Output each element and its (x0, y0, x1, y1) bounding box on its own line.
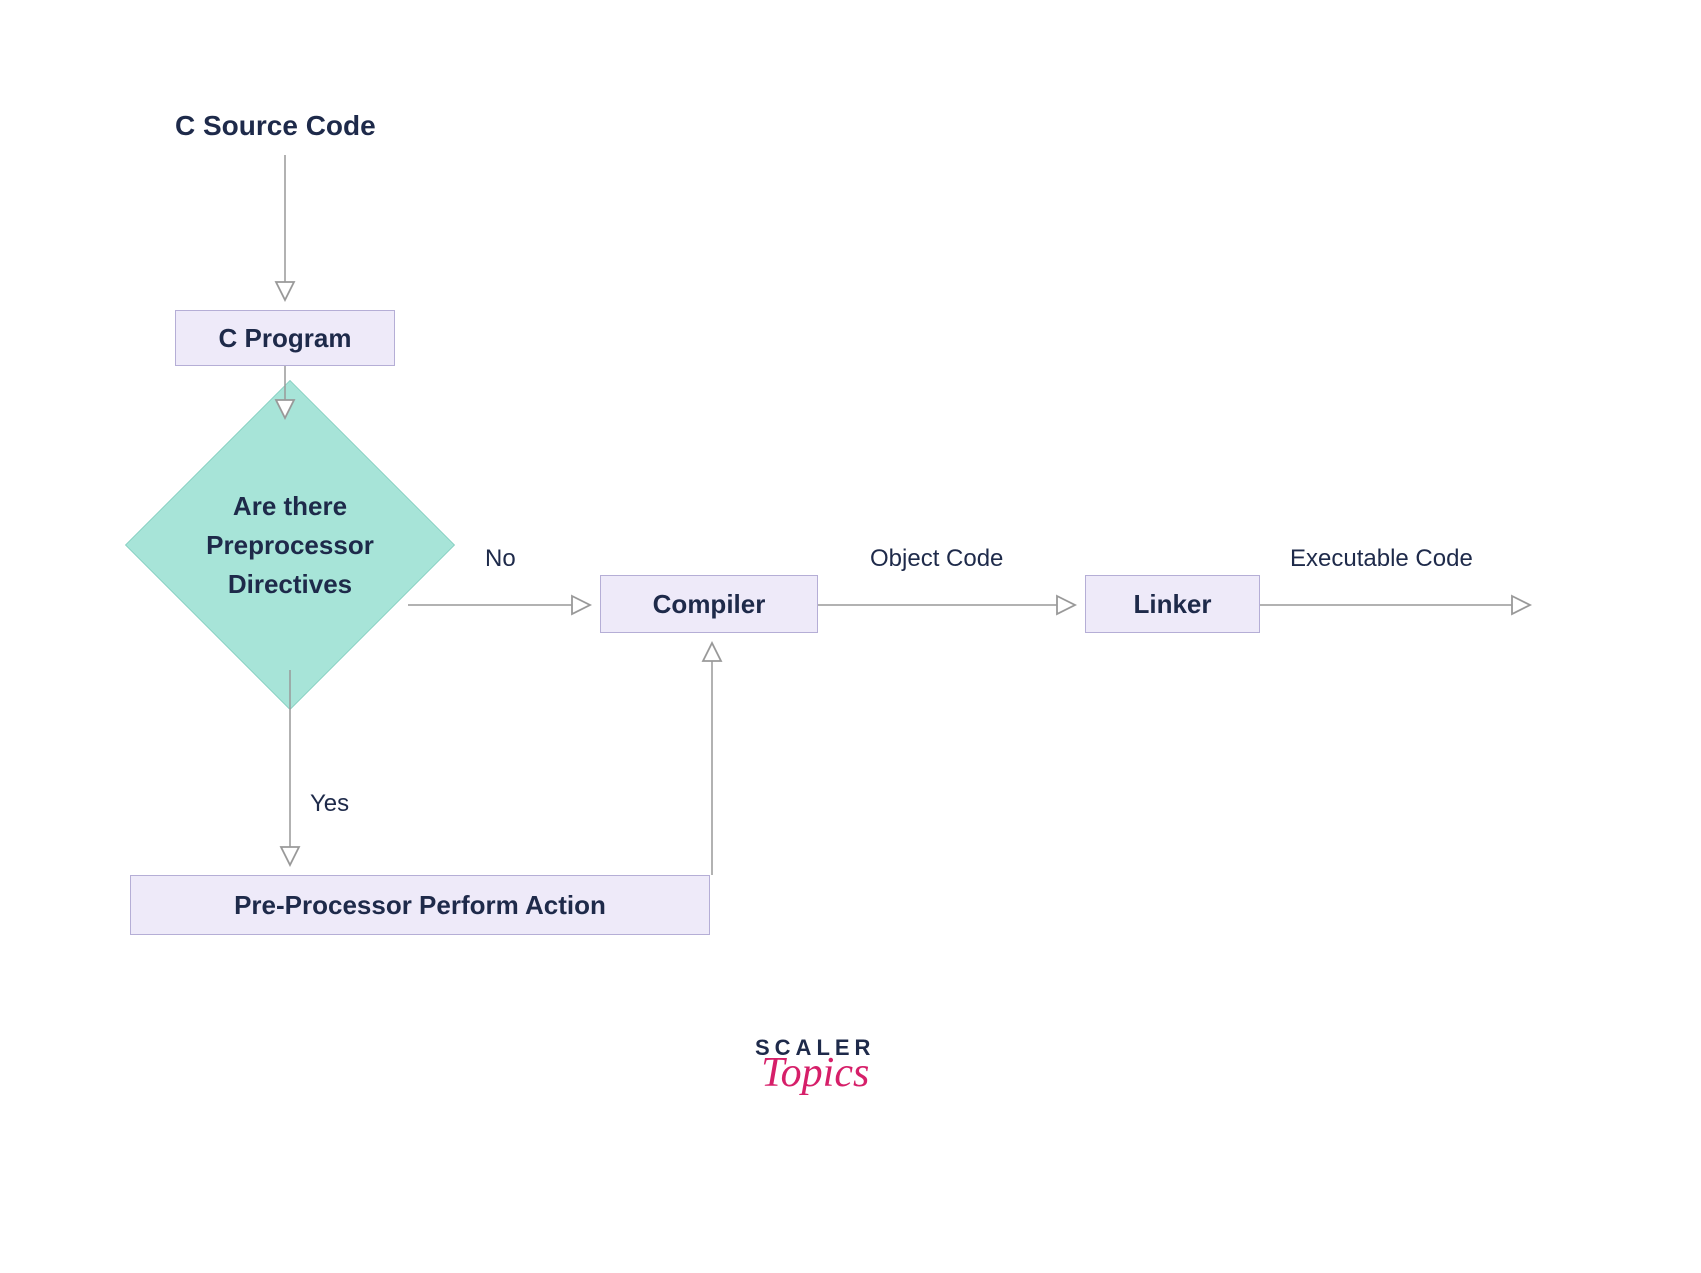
flowchart-diagram: C Source Code C Program Are there Prepro… (0, 0, 1701, 1273)
logo-topics-text: Topics (755, 1049, 875, 1097)
logo-scaler-topics: SCALER Topics (755, 1035, 875, 1097)
